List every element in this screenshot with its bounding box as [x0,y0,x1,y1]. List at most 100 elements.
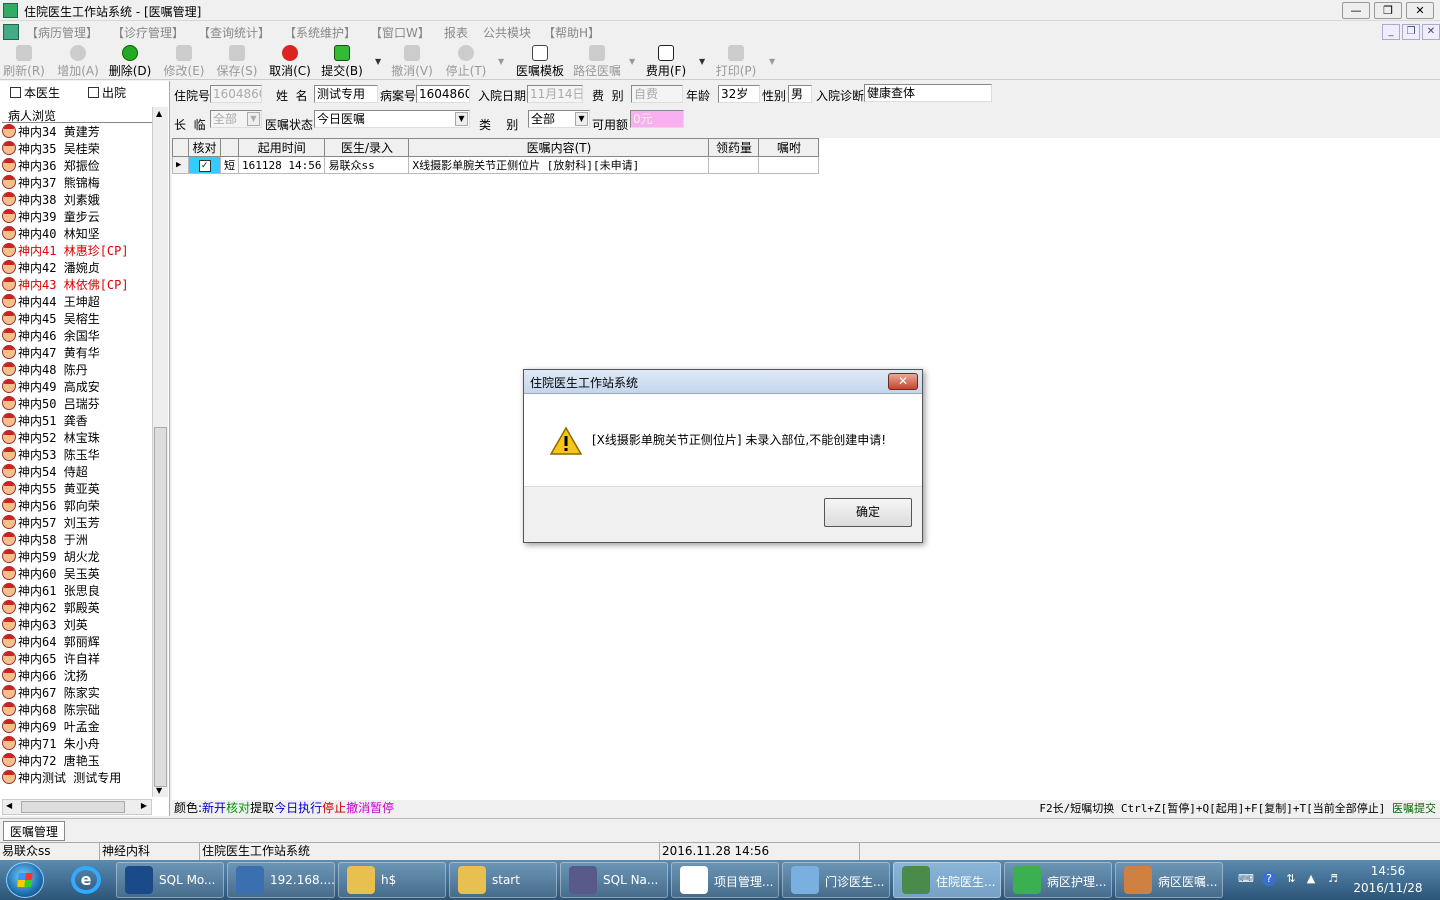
my-patients-checkbox[interactable]: 本医生 [10,84,60,102]
list-item[interactable]: 神内57 刘玉芳 [2,515,152,532]
patient-list-vscroll[interactable]: ▲ ▼ [152,107,168,797]
mdi-child-icon[interactable] [3,24,19,40]
ie-button[interactable]: e [64,862,110,898]
menu-treatment[interactable]: 【诊疗管理】 [112,24,184,41]
mdi-minimize-button[interactable]: _ [1382,24,1400,40]
list-item[interactable]: 神内52 林宝珠 [2,430,152,447]
list-item[interactable]: 神内47 黄有华 [2,345,152,362]
taskbar-item[interactable]: 192.168.... [227,862,335,898]
fee-dropdown-arrow[interactable]: ▼ [699,57,705,66]
taskbar-item[interactable]: 门诊医生... [782,862,890,898]
scroll-up-arrow[interactable]: ▲ [156,109,162,118]
pathway-order-button[interactable]: 路径医嘱 [570,45,624,79]
list-item[interactable]: 神内测试 测试专用 [2,770,152,787]
col-start-time[interactable]: 起用时间 [237,138,326,157]
list-item[interactable]: 神内60 吴玉英 [2,566,152,583]
tray-expand-icon[interactable]: ▲ [1304,872,1318,886]
list-item[interactable]: 神内35 吴桂荣 [2,141,152,158]
list-item[interactable]: 神内58 于洲 [2,532,152,549]
taskbar-item[interactable]: 项目管理... [671,862,779,898]
taskbar-item[interactable]: 住院医生... [893,862,1001,898]
revoke-button[interactable]: 撤消(V) [388,45,436,79]
list-item[interactable]: 神内46 余国华 [2,328,152,345]
restore-button[interactable]: ❐ [1374,2,1402,19]
name-field[interactable]: 测试专用 [314,85,378,103]
col-doctor[interactable]: 医生/录入 [324,138,410,157]
fee-button[interactable]: 费用(F) [642,45,690,79]
scroll-down-arrow[interactable]: ▼ [156,786,162,795]
print-dropdown-arrow[interactable]: ▼ [769,57,775,66]
age-field[interactable]: 32岁 [718,85,760,103]
list-item[interactable]: 神内62 郭殿英 [2,600,152,617]
close-button[interactable]: ✕ [1406,2,1434,19]
col-verify[interactable]: 核对 [188,138,221,157]
taskbar-item[interactable]: SQL Mo... [116,862,224,898]
scroll-thumb[interactable] [154,427,167,787]
delete-button[interactable]: 删除(D) [106,45,154,79]
taskbar-item[interactable]: 病区医嘱... [1115,862,1223,898]
list-item[interactable]: 神内53 陈玉华 [2,447,152,464]
menu-help[interactable]: 【帮助H】 [543,24,600,41]
order-status-select[interactable]: 今日医嘱 ▼ [314,110,470,128]
tab-order-management[interactable]: 医嘱管理 [3,821,66,841]
cancel-button[interactable]: 取消(C) [266,45,314,79]
save-button[interactable]: 保存(S) [213,45,261,79]
list-item[interactable]: 神内71 朱小舟 [2,736,152,753]
dialog-close-button[interactable]: ✕ [888,373,918,390]
list-item[interactable]: 神内54 侍超 [2,464,152,481]
verify-checkbox[interactable]: ✓ [188,156,221,174]
menu-window[interactable]: 【窗口W】 [370,24,430,41]
list-item[interactable]: 神内64 郭丽辉 [2,634,152,651]
menu-system-maintenance[interactable]: 【系统维护】 [284,24,356,41]
scroll-right-arrow[interactable]: ▶ [141,801,147,810]
list-item[interactable]: 神内69 叶孟金 [2,719,152,736]
list-item[interactable]: 神内49 高成安 [2,379,152,396]
list-item[interactable]: 神内50 吕瑞芬 [2,396,152,413]
col-type[interactable] [220,138,239,157]
submit-order-link[interactable]: 医嘱提交 [1392,802,1436,815]
list-item[interactable]: 神内48 陈丹 [2,362,152,379]
discharged-checkbox[interactable]: 出院 [88,84,126,102]
print-button[interactable]: 打印(P) [712,45,760,79]
fee-type-field[interactable]: 自费 [631,85,683,103]
list-item[interactable]: 神内66 沈扬 [2,668,152,685]
list-item[interactable]: 神内65 许自祥 [2,651,152,668]
pathway-dropdown-arrow[interactable]: ▼ [629,57,635,66]
category-select[interactable]: 全部 ▼ [528,110,590,128]
list-item[interactable]: 神内44 王坤超 [2,294,152,311]
submit-button[interactable]: 提交(B) [318,45,366,79]
help-icon[interactable]: ? [1262,872,1276,886]
order-template-button[interactable]: 医嘱模板 [512,45,568,79]
list-item[interactable]: 神内37 熊锦梅 [2,175,152,192]
admit-date-field[interactable]: 11月14日 [527,85,583,103]
list-item[interactable]: 神内38 刘素娥 [2,192,152,209]
col-order-content[interactable]: 医嘱内容(T) [408,138,710,157]
list-item[interactable]: 神内40 林知坚 [2,226,152,243]
edit-button[interactable]: 修改(E) [160,45,208,79]
clock[interactable]: 14:56 2016/11/28 [1342,863,1434,897]
mdi-restore-button[interactable]: ❐ [1402,24,1420,40]
list-item[interactable]: 神内67 陈家实 [2,685,152,702]
taskbar-item[interactable]: h$ [338,862,446,898]
list-item[interactable]: 神内42 潘婉贞 [2,260,152,277]
record-no-field[interactable]: 1604860 [416,85,470,103]
list-item[interactable]: 神内61 张思良 [2,583,152,600]
keyboard-icon[interactable]: ⌨ [1238,872,1254,886]
sex-field[interactable]: 男 [788,85,812,103]
taskbar-item[interactable]: 病区护理... [1004,862,1112,898]
taskbar-item[interactable]: start [449,862,557,898]
list-item[interactable]: 神内59 胡火龙 [2,549,152,566]
list-item[interactable]: 神内34 黄建芳 [2,124,152,141]
diagnosis-field[interactable]: 健康查体 [864,84,992,102]
table-row[interactable]: ▶ ✓ 短 161128 14:56 易联众ss X线摄影单腕关节正侧位片 [放… [172,156,820,174]
admission-no-field[interactable]: 1604860 [210,85,262,103]
hscroll-thumb[interactable] [21,801,125,813]
list-item[interactable]: 神内72 唐艳玉 [2,753,152,770]
start-button[interactable] [6,862,44,898]
stop-button[interactable]: 停止(T) [442,45,490,79]
list-item[interactable]: 神内55 黄亚英 [2,481,152,498]
long-short-select[interactable]: 全部 ▼ [210,110,262,128]
menu-reports[interactable]: 报表 [444,24,468,41]
menu-public-module[interactable]: 公共模块 [483,24,531,41]
volume-icon[interactable]: ♬ [1326,872,1340,886]
